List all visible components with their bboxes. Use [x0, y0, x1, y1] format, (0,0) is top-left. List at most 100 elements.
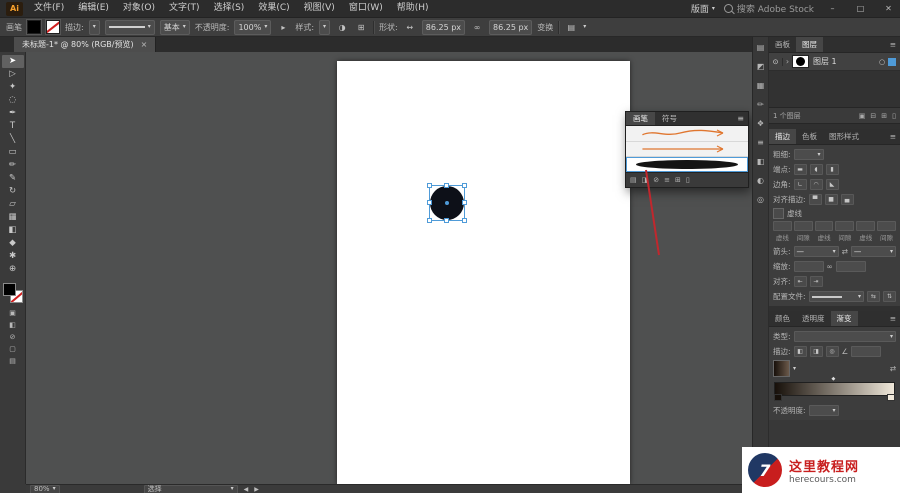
maximize-button[interactable]: □	[851, 0, 870, 17]
gap-field-3[interactable]	[877, 221, 896, 231]
status-indicator-dropdown[interactable]: 选择 ▾	[143, 484, 238, 493]
gradient-stop-start[interactable]	[774, 394, 782, 401]
gradient-tool-button[interactable]: ◧	[2, 224, 24, 237]
gradient-type-dropdown[interactable]: ▾	[793, 331, 896, 342]
brush-definition-dropdown[interactable]: 基本 ▾	[159, 19, 190, 35]
menu-item-help[interactable]: 帮助(H)	[390, 0, 436, 17]
stroke-panel-icon[interactable]: ≡	[757, 138, 764, 147]
fill-stroke-control[interactable]	[2, 283, 23, 303]
menu-item-effect[interactable]: 效果(C)	[251, 0, 296, 17]
screen-mode-button[interactable]: ▤	[4, 356, 22, 366]
menu-item-object[interactable]: 对象(O)	[116, 0, 162, 17]
stroke-weight-dropdown[interactable]: ▾	[88, 19, 100, 35]
pencil-tool-button[interactable]: ✎	[2, 172, 24, 185]
flip-along-icon[interactable]: ⇆	[867, 291, 880, 302]
tab-symbols[interactable]: 符号	[655, 112, 684, 125]
magic-wand-tool-button[interactable]: ✦	[2, 81, 24, 94]
tab-color[interactable]: 颜色	[769, 311, 796, 326]
link-scale-icon[interactable]: ∞	[827, 262, 833, 271]
gradient-angle-field[interactable]	[851, 346, 882, 357]
gap-field-2[interactable]	[835, 221, 855, 231]
symbols-panel-icon[interactable]: ❖	[757, 119, 764, 128]
more-options-icon[interactable]: ▤	[564, 23, 578, 32]
visibility-eye-icon[interactable]: ⊙	[769, 57, 783, 66]
paintbrush-tool-button[interactable]: ✏	[2, 159, 24, 172]
gradient-stroke-along-button[interactable]: ◨	[809, 346, 823, 357]
expand-arrow-icon[interactable]: ›	[783, 57, 792, 66]
color-guide-icon[interactable]: ◩	[757, 62, 765, 71]
cap-butt-button[interactable]: ▬	[793, 164, 807, 175]
tab-stroke[interactable]: 描边	[769, 129, 796, 144]
menu-item-file[interactable]: 文件(F)	[27, 0, 71, 17]
brushes-panel[interactable]: 画笔 符号 ≡ ▤ ◨ ⊘ ≡ ⊞ ▯	[625, 111, 749, 188]
layer-thumbnail[interactable]	[792, 55, 809, 68]
dash-field-3[interactable]	[856, 221, 876, 231]
arrow-align-tip-button[interactable]: ⇤	[793, 276, 807, 287]
align-panel-icon[interactable]: ⊞	[354, 23, 368, 32]
transparency-panel-icon[interactable]: ◐	[757, 176, 764, 185]
scale-tool-button[interactable]: ▱	[2, 198, 24, 211]
new-brush-icon[interactable]: ⊞	[675, 176, 681, 184]
opacity-panel-arrow-icon[interactable]: ▸	[276, 23, 290, 32]
eyedropper-tool-button[interactable]: ◆	[2, 237, 24, 250]
prev-artboard-button[interactable]: ◀	[244, 486, 249, 493]
appearance-panel-icon[interactable]: ◎	[757, 195, 764, 204]
swap-arrowheads-icon[interactable]: ⇄	[842, 247, 848, 256]
arrow-scale-start-field[interactable]	[793, 261, 824, 272]
opacity-dropdown[interactable]: 100% ▾	[234, 19, 272, 35]
align-stroke-outside-button[interactable]: ▄	[840, 194, 854, 205]
dash-field-1[interactable]	[773, 221, 792, 231]
swatches-panel-icon[interactable]: ▦	[757, 81, 765, 90]
variable-width-profile-dropdown[interactable]: ▾	[104, 19, 155, 35]
panel-menu-icon[interactable]: ≡	[733, 112, 748, 125]
tab-gradient[interactable]: 渐变	[830, 311, 858, 326]
brush-item-line-arrow[interactable]	[626, 142, 748, 158]
brush-item-charcoal[interactable]	[626, 157, 748, 173]
menu-item-view[interactable]: 视图(V)	[297, 0, 342, 17]
align-stroke-inside-button[interactable]: ■	[824, 194, 838, 205]
cap-projecting-button[interactable]: ▮	[825, 164, 839, 175]
selection-handle-n[interactable]	[444, 183, 449, 188]
selection-bounding-box[interactable]	[427, 183, 467, 223]
dash-field-2[interactable]	[814, 221, 834, 231]
shape-height-field[interactable]: 86.25 px	[489, 19, 533, 35]
pen-tool-button[interactable]: ✒	[2, 107, 24, 120]
make-clipping-mask-icon[interactable]: ▣	[859, 112, 866, 120]
gradient-panel-menu-icon[interactable]: ≡	[886, 311, 900, 326]
line-segment-tool-button[interactable]: ╲	[2, 133, 24, 146]
app-logo[interactable]: Ai	[6, 1, 23, 16]
minimize-button[interactable]: –	[823, 0, 842, 17]
tab-brushes[interactable]: 画笔	[626, 112, 655, 125]
layers-panel-menu-icon[interactable]: ≡	[886, 37, 900, 52]
type-tool-button[interactable]: T	[2, 120, 24, 133]
close-button[interactable]: ✕	[879, 0, 898, 17]
brush-item-sketch-arrow[interactable]	[626, 126, 748, 142]
gradient-midpoint-icon[interactable]: ◆	[832, 376, 836, 382]
stock-search[interactable]: 搜索 Adobe Stock	[723, 2, 814, 15]
gradient-slider[interactable]: ◆	[774, 376, 895, 401]
target-circle-icon[interactable]: ○	[876, 58, 888, 66]
link-constrain-icon[interactable]: ∞	[470, 23, 484, 32]
delete-brush-icon[interactable]: ▯	[686, 176, 690, 184]
direct-selection-tool-button[interactable]: ▷	[2, 68, 24, 81]
arrowhead-end-dropdown[interactable]: — ▾	[850, 246, 897, 257]
brushes-panel-icon[interactable]: ✏	[757, 100, 764, 109]
selection-handle-e[interactable]	[462, 200, 467, 205]
layer-name[interactable]: 图层 1	[813, 56, 876, 67]
color-fill-button[interactable]: ▣	[4, 308, 22, 318]
tab-artboards[interactable]: 画板	[769, 37, 796, 52]
stroke-weight-field[interactable]: ▾	[793, 149, 824, 160]
menu-item-edit[interactable]: 编辑(E)	[71, 0, 116, 17]
next-artboard-button[interactable]: ▶	[254, 486, 259, 493]
document-tab[interactable]: 未标题-1* @ 80% (RGB/预览) ×	[14, 37, 157, 52]
arrow-align-end-button[interactable]: ⇥	[809, 276, 823, 287]
tab-layers[interactable]: 图层	[796, 37, 823, 52]
rectangle-tool-button[interactable]: ▭	[2, 146, 24, 159]
selection-handle-nw[interactable]	[427, 183, 432, 188]
rotate-tool-button[interactable]: ↻	[2, 185, 24, 198]
tab-close-icon[interactable]: ×	[141, 40, 148, 49]
menu-item-select[interactable]: 选择(S)	[207, 0, 252, 17]
selection-handle-w[interactable]	[427, 200, 432, 205]
arrow-scale-end-field[interactable]	[835, 261, 866, 272]
new-layer-icon[interactable]: ⊞	[881, 112, 887, 120]
